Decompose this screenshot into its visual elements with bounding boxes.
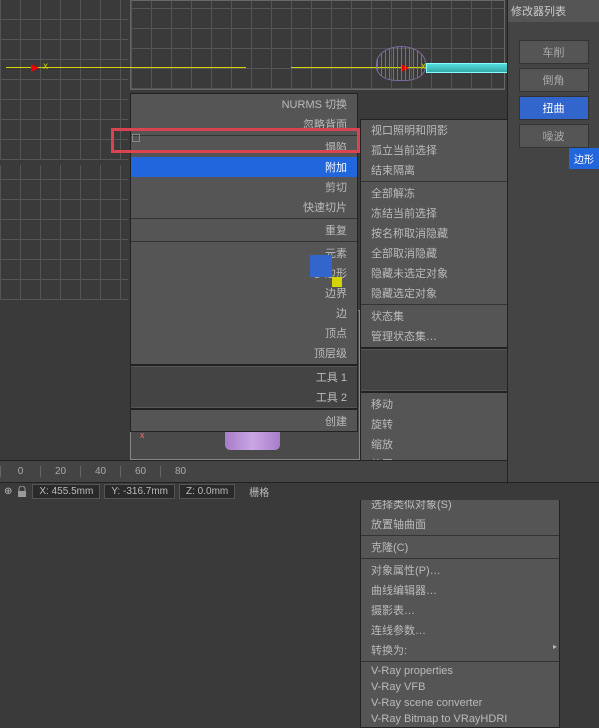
arrow-icon	[31, 64, 39, 72]
timeline-tick: 80	[160, 466, 200, 477]
coord-y[interactable]: Y: -316.7mm	[104, 484, 175, 499]
menu-item-pivot-surface[interactable]: 放置轴曲面	[361, 514, 559, 534]
timeline-tick: 60	[120, 466, 160, 477]
menu-item-attach[interactable]: 附加	[131, 157, 357, 177]
menu-item-wire-params[interactable]: 连线参数…	[361, 620, 559, 640]
grid-label: 栅格	[249, 484, 269, 499]
status-bar: ⊕ X: 455.5mm Y: -316.7mm Z: 0.0mm 栅格	[0, 482, 599, 500]
menu-tools-1[interactable]: 工具 1	[131, 367, 357, 387]
viewport-top-right[interactable]: x x	[130, 0, 505, 90]
menu-item-vray-converter[interactable]: V-Ray scene converter	[361, 695, 559, 711]
modifier-noise-button[interactable]: 噪波	[519, 124, 589, 148]
modifier-twist-button[interactable]: 扭曲	[519, 96, 589, 120]
coord-x[interactable]: X: 455.5mm	[32, 484, 100, 499]
viewport-top-left[interactable]	[0, 0, 128, 160]
timeline-tick: 40	[80, 466, 120, 477]
menu-item-dope-sheet[interactable]: 摄影表…	[361, 600, 559, 620]
coord-z[interactable]: Z: 0.0mm	[179, 484, 235, 499]
timeline-tick: 0	[0, 466, 40, 477]
menu-item-vray-bitmap[interactable]: V-Ray Bitmap to VRayHDRI	[361, 711, 559, 727]
menu-item-collapse[interactable]: 塌陷	[131, 137, 357, 157]
menu-item-ignore-backfacing[interactable]: 忽略背面	[131, 114, 357, 134]
menu-item-repeat[interactable]: 重复	[131, 220, 357, 240]
modifier-bevel-button[interactable]: 倒角	[519, 68, 589, 92]
menu-item-cut[interactable]: 剪切	[131, 177, 357, 197]
axis-label: x	[43, 61, 48, 72]
torus-object[interactable]	[376, 46, 426, 81]
menu-option-box[interactable]	[132, 134, 140, 142]
lock-icon[interactable]	[16, 486, 28, 498]
menu-item-properties[interactable]: 对象属性(P)…	[361, 560, 559, 580]
menu-item-edge[interactable]: 边	[131, 303, 357, 323]
menu-item-vray-props[interactable]: V-Ray properties	[361, 663, 559, 679]
selection-lock-icon[interactable]: ⊕	[4, 486, 12, 497]
menu-item-convert-to[interactable]: 转换为:	[361, 640, 559, 660]
menu-tools-2[interactable]: 工具 2	[131, 387, 357, 407]
panel-title: 修改器列表	[508, 0, 599, 22]
menu-item-vertex[interactable]: 顶点	[131, 323, 357, 343]
menu-item-border[interactable]: 边界	[131, 283, 357, 303]
modifier-lathe-button[interactable]: 车削	[519, 40, 589, 64]
timeline-tick: 20	[40, 466, 80, 477]
panel-tab-polygon[interactable]: 边形	[569, 148, 599, 169]
cylinder-object[interactable]	[426, 63, 511, 73]
axis-line	[6, 67, 246, 68]
modifier-panel: 修改器列表 车削 倒角 扭曲 噪波 边形	[507, 0, 599, 500]
menu-item-quickslice[interactable]: 快速切片	[131, 197, 357, 217]
viewport-mid-left[interactable]	[0, 165, 128, 300]
menu-item-vray-vfb[interactable]: V-Ray VFB	[361, 679, 559, 695]
menu-item-toplevel[interactable]: 顶层级	[131, 343, 357, 363]
quad-menu-center	[310, 255, 332, 277]
menu-item-clone[interactable]: 克隆(C)	[361, 537, 559, 557]
menu-item-create[interactable]: 创建	[131, 411, 357, 431]
menu-item-nurms[interactable]: NURMS 切换	[131, 94, 357, 114]
menu-item-curve-editor[interactable]: 曲线编辑器…	[361, 580, 559, 600]
timeline[interactable]: 0 20 40 60 80	[0, 460, 507, 482]
